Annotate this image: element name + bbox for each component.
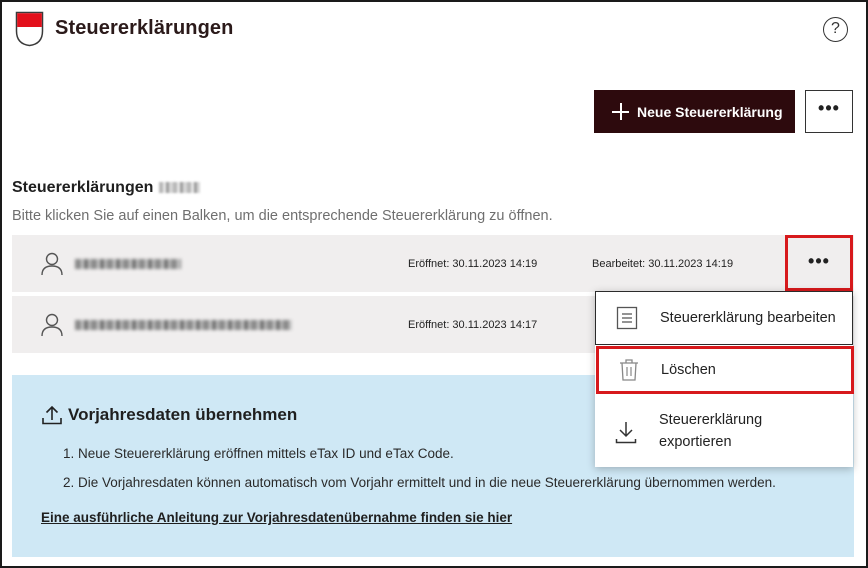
section-title: Steuererklärungen — [12, 179, 201, 197]
redacted-name — [75, 320, 292, 330]
download-icon — [615, 422, 637, 444]
canton-logo — [15, 11, 44, 47]
section-hint: Bitte klicken Sie auf einen Balken, um d… — [12, 208, 553, 224]
row-more-button[interactable]: ••• — [785, 235, 853, 291]
guide-link[interactable]: Eine ausführliche Anleitung zur Vorjahre… — [41, 510, 512, 525]
info-title: Vorjahresdaten übernehmen — [42, 405, 297, 425]
export-label-line2: exportieren — [659, 434, 732, 450]
more-options-button[interactable]: ••• — [805, 90, 853, 133]
help-icon[interactable]: ? — [823, 17, 848, 42]
menu-item-label: Steuererklärung exportieren — [659, 409, 762, 453]
trash-icon — [620, 359, 638, 381]
info-title-text: Vorjahresdaten übernehmen — [68, 405, 298, 424]
menu-item-label: Steuererklärung bearbeiten — [660, 310, 836, 326]
edited-date: Bearbeitet: 30.11.2023 14:19 — [592, 258, 734, 270]
app-frame: Steuererklärungen ? Neue Steuererklärung… — [0, 0, 868, 568]
info-step: 2. Die Vorjahresdaten können automatisch… — [63, 475, 776, 490]
opened-date: Eröffnet: 30.11.2023 14:19 — [408, 258, 538, 270]
plus-icon — [612, 103, 629, 120]
menu-item-delete[interactable]: Löschen — [596, 346, 854, 394]
row-context-menu: Steuererklärung bearbeiten Löschen Steue… — [595, 291, 854, 467]
tax-return-row[interactable]: Eröffnet: 30.11.2023 14:19 Bearbeitet: 3… — [12, 235, 854, 292]
menu-item-label: Löschen — [661, 362, 716, 378]
menu-item-export[interactable]: Steuererklärung exportieren — [595, 397, 853, 467]
document-icon — [616, 306, 638, 330]
page-title: Steuererklärungen — [55, 17, 234, 39]
person-icon — [41, 252, 63, 276]
new-tax-return-label: Neue Steuererklärung — [637, 103, 783, 120]
info-step: 1. Neue Steuererklärung eröffnen mittels… — [63, 446, 454, 461]
redacted-year — [159, 182, 201, 193]
menu-item-edit[interactable]: Steuererklärung bearbeiten — [595, 291, 853, 345]
upload-icon — [42, 405, 62, 425]
opened-date: Eröffnet: 30.11.2023 14:17 — [408, 319, 538, 331]
person-icon — [41, 313, 63, 337]
new-tax-return-button[interactable]: Neue Steuererklärung — [594, 90, 795, 133]
redacted-name — [75, 259, 181, 269]
section-title-text: Steuererklärungen — [12, 179, 154, 196]
export-label-line1: Steuererklärung — [659, 412, 763, 428]
